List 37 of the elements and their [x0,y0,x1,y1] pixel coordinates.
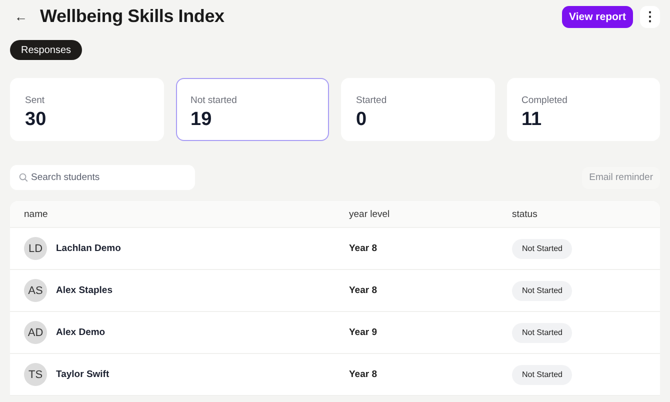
stat-value: 30 [25,109,48,131]
tab[interactable]: Responses [10,40,82,60]
stat-label: Completed [522,95,568,106]
stat-card[interactable]: Not started 19 [176,78,329,141]
stat-value: 11 [522,109,543,131]
year-level: Year 8 [349,285,378,296]
status-badge: Not Started [512,280,572,300]
status-badge: Not Started [512,364,572,384]
student-name: Lachlan Demo [56,243,121,254]
stat-card[interactable]: Started 0 [341,78,494,141]
avatar: TS [24,363,47,386]
year-level: Year 8 [349,369,378,380]
page-title: Wellbeing Skills Index [40,6,226,27]
avatar: AD [24,321,47,344]
status-badge: Not Started [512,238,572,258]
avatar: LD [24,237,47,260]
column-header: year level [349,208,391,220]
status-badge: Not Started [512,322,572,342]
back-button[interactable]: ← [14,9,28,24]
stat-card[interactable]: Sent 30 [10,78,164,141]
stat-label: Not started [190,95,238,106]
avatar: AS [24,279,47,302]
year-level: Year 9 [349,327,378,338]
stat-value: 0 [356,109,368,131]
stat-label: Sent [25,95,46,106]
search-field[interactable]: Search students [10,165,195,190]
stat-value: 19 [190,109,213,131]
student-name: Alex Staples [56,285,112,296]
student-name: Taylor Swift [56,369,110,380]
column-header: name [24,208,49,220]
student-name: Alex Demo [56,327,106,338]
column-header: status [512,208,538,220]
year-level: Year 8 [349,243,378,254]
stat-label: Started [356,95,388,106]
stat-card[interactable]: Completed 11 [506,78,660,141]
view-report-button[interactable]: View report [562,6,633,28]
more-button[interactable]: ⋮ [640,6,660,28]
